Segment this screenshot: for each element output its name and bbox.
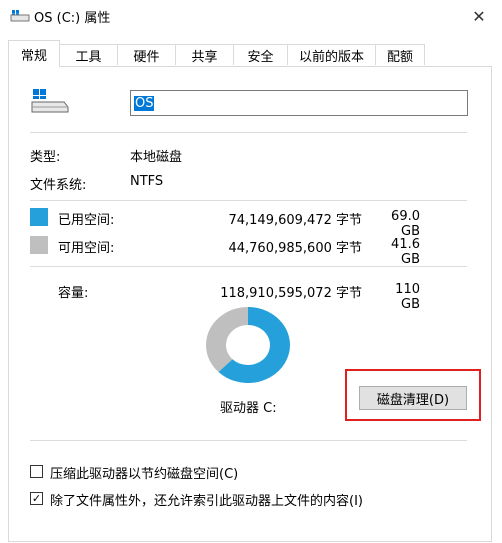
compress-checkbox[interactable] [30, 465, 43, 478]
used-space-swatch [30, 208, 48, 226]
free-space-label: 可用空间: [58, 241, 115, 256]
type-label: 类型: [30, 150, 61, 165]
separator [30, 440, 467, 441]
drive-name-text: OS [134, 95, 155, 111]
used-space-gb: 69.0 GB [391, 209, 420, 239]
filesystem-value: NTFS [130, 174, 164, 189]
window-title: OS (C:) 属性 [34, 11, 111, 26]
capacity-label: 容量: [58, 286, 89, 301]
check-icon: ✓ [31, 492, 42, 505]
used-space-label: 已用空间: [58, 213, 115, 228]
tab-quota[interactable]: 配额 [375, 44, 425, 65]
close-icon: ✕ [472, 7, 486, 26]
index-checkbox[interactable]: ✓ [30, 492, 43, 505]
capacity-bytes: 118,910,595,072 字节 [220, 286, 362, 301]
tab-security[interactable]: 安全 [233, 44, 288, 65]
type-value: 本地磁盘 [130, 150, 183, 165]
usage-donut-chart [206, 307, 290, 383]
drive-name-input[interactable]: OS [130, 90, 468, 116]
tab-tools[interactable]: 工具 [59, 44, 118, 65]
disk-cleanup-label: 磁盘清理(D) [376, 392, 450, 408]
capacity-gb: 110 GB [395, 282, 420, 312]
drive-letter-label: 驱动器 C: [220, 401, 277, 416]
tab-hardware[interactable]: 硬件 [117, 44, 176, 65]
free-space-swatch [30, 236, 48, 254]
separator [30, 200, 467, 201]
drive-icon [10, 10, 30, 22]
tab-previous-versions[interactable]: 以前的版本 [287, 44, 376, 65]
free-space-arc [206, 307, 248, 373]
compress-label: 压缩此驱动器以节约磁盘空间(C) [50, 467, 239, 482]
separator [30, 132, 467, 133]
free-space-gb: 41.6 GB [391, 237, 420, 267]
title-bar: OS (C:) 属性 ✕ [0, 0, 502, 33]
disk-cleanup-button[interactable]: 磁盘清理(D) [359, 386, 467, 410]
index-label: 除了文件属性外，还允许索引此驱动器上文件的内容(I) [50, 494, 363, 509]
tab-general[interactable]: 常规 [8, 40, 60, 67]
close-button[interactable]: ✕ [456, 0, 502, 33]
separator [30, 266, 467, 267]
tab-sharing[interactable]: 共享 [175, 44, 234, 65]
filesystem-label: 文件系统: [30, 178, 87, 193]
used-space-bytes: 74,149,609,472 字节 [228, 213, 362, 228]
drive-large-icon [31, 89, 69, 113]
free-space-bytes: 44,760,985,600 字节 [228, 241, 362, 256]
